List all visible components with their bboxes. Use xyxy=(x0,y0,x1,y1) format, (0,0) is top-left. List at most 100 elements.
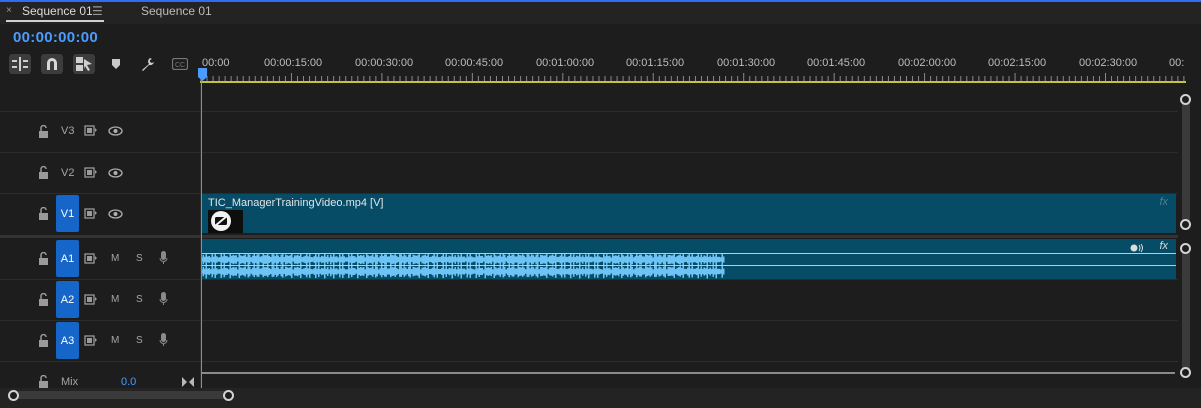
lock-icon[interactable] xyxy=(38,293,49,306)
tab-sequence-01-active[interactable]: × Sequence 01 ☰ xyxy=(6,2,104,22)
waveform-sample xyxy=(538,257,540,262)
video-vertical-scrollbar[interactable] xyxy=(1182,95,1190,229)
waveform-sample xyxy=(601,269,603,274)
waveform-sample xyxy=(246,256,248,263)
lock-icon[interactable] xyxy=(38,166,49,179)
waveform-sample xyxy=(708,256,710,263)
mute-button[interactable]: M xyxy=(111,335,119,346)
waveform-sample xyxy=(291,265,293,278)
waveform-sample xyxy=(397,257,399,262)
waveform-sample xyxy=(454,255,456,264)
sync-lock-icon[interactable] xyxy=(84,294,98,305)
waveform-sample xyxy=(375,265,377,278)
waveform-sample xyxy=(399,254,401,265)
waveform-sample xyxy=(265,267,267,276)
waveform-sample xyxy=(334,256,336,263)
waveform-sample xyxy=(268,255,270,264)
linked-selection-toggle[interactable] xyxy=(73,54,95,74)
fx-badge-icon[interactable]: fx xyxy=(1159,196,1168,208)
audio-vertical-scrollbar[interactable] xyxy=(1182,244,1190,376)
microphone-icon[interactable] xyxy=(159,333,168,347)
waveform-sample xyxy=(595,268,597,275)
waveform-sample xyxy=(600,269,602,274)
timeline-settings-button[interactable] xyxy=(137,54,159,74)
track-target-a1[interactable]: A1 xyxy=(56,240,79,277)
time-ruler[interactable]: 00:00 00:00:15:00 00:00:30:00 00:00:45:0… xyxy=(200,40,1186,82)
solo-button[interactable]: S xyxy=(136,294,143,305)
sync-lock-icon[interactable] xyxy=(84,253,98,264)
horizontal-zoom-scrollbar[interactable] xyxy=(10,391,232,399)
track-target-v1[interactable]: V1 xyxy=(56,195,79,232)
waveform-sample xyxy=(588,264,590,279)
mix-volume-line[interactable] xyxy=(201,372,1175,374)
fx-badge-icon[interactable]: fx xyxy=(1159,240,1168,252)
playhead-handle-icon[interactable] xyxy=(198,68,207,81)
mute-button[interactable]: M xyxy=(111,294,119,305)
waveform-sample xyxy=(477,256,479,263)
waveform-sample xyxy=(336,268,338,275)
waveform-sample xyxy=(532,267,534,276)
waveform-sample xyxy=(411,269,413,274)
waveform-sample xyxy=(255,256,257,263)
go-to-out-icon[interactable] xyxy=(182,377,194,387)
lock-icon[interactable] xyxy=(38,125,49,138)
track-target-a2[interactable]: A2 xyxy=(56,281,79,318)
waveform-sample xyxy=(523,267,525,276)
waveform-sample xyxy=(249,266,251,277)
lock-icon[interactable] xyxy=(38,207,49,220)
playhead-timecode[interactable]: 00:00:00:00 xyxy=(13,29,98,46)
lock-icon[interactable] xyxy=(38,252,49,265)
voice-enhance-icon[interactable] xyxy=(1130,243,1144,253)
scroll-knob-bottom[interactable] xyxy=(1180,367,1191,378)
video-clip[interactable]: TIC_ManagerTrainingVideo.mp4 [V] fx xyxy=(201,194,1176,233)
sync-lock-icon[interactable] xyxy=(84,167,98,178)
waveform-sample xyxy=(487,255,489,264)
audio-clip[interactable]: fx xyxy=(201,239,1176,279)
captions-button[interactable]: CC xyxy=(169,54,191,74)
microphone-icon[interactable] xyxy=(159,292,168,306)
waveform-sample xyxy=(606,266,608,277)
track-name[interactable]: V3 xyxy=(61,125,74,137)
sync-lock-icon[interactable] xyxy=(84,125,98,136)
mute-button[interactable]: M xyxy=(111,253,119,264)
lock-icon[interactable] xyxy=(38,334,49,347)
tab-sequence-01[interactable]: Sequence 01 xyxy=(141,2,212,22)
waveform-sample xyxy=(360,254,362,265)
track-name[interactable]: V2 xyxy=(61,167,74,179)
solo-button[interactable]: S xyxy=(136,335,143,346)
sync-lock-icon[interactable] xyxy=(84,335,98,346)
waveform-sample xyxy=(273,266,275,277)
snap-toggle[interactable] xyxy=(41,54,63,74)
waveform-sample xyxy=(696,267,698,276)
close-tab-icon[interactable]: × xyxy=(6,2,12,20)
panel-menu-icon[interactable]: ☰ xyxy=(92,2,103,20)
scroll-knob-top[interactable] xyxy=(1180,94,1191,105)
scroll-knob-bottom[interactable] xyxy=(1180,219,1191,230)
waveform-sample xyxy=(376,266,378,277)
insert-edit-tool[interactable] xyxy=(9,54,31,74)
waveform-sample xyxy=(603,264,605,279)
scroll-knob-top[interactable] xyxy=(1180,243,1191,254)
zoom-knob-left[interactable] xyxy=(8,390,19,401)
sync-lock-icon[interactable] xyxy=(84,208,98,219)
eye-icon[interactable] xyxy=(108,168,123,178)
eye-icon[interactable] xyxy=(108,126,123,136)
waveform-sample xyxy=(379,267,381,276)
track-target-a3[interactable]: A3 xyxy=(56,322,79,359)
waveform-sample xyxy=(522,254,524,265)
microphone-icon[interactable] xyxy=(159,251,168,265)
audio-waveform xyxy=(201,253,1176,279)
waveform-sample xyxy=(463,268,465,275)
waveform-sample xyxy=(337,257,339,262)
waveform-sample xyxy=(708,268,710,275)
add-marker-button[interactable] xyxy=(105,54,127,74)
mix-volume-value[interactable]: 0.0 xyxy=(121,376,136,388)
work-area-bar[interactable] xyxy=(200,81,1186,83)
lock-icon[interactable] xyxy=(38,375,49,388)
zoom-knob-right[interactable] xyxy=(223,390,234,401)
solo-button[interactable]: S xyxy=(136,253,143,264)
waveform-sample xyxy=(514,268,516,275)
eye-icon[interactable] xyxy=(108,209,123,219)
waveform-sample xyxy=(717,268,719,275)
playhead-line[interactable] xyxy=(201,72,202,388)
